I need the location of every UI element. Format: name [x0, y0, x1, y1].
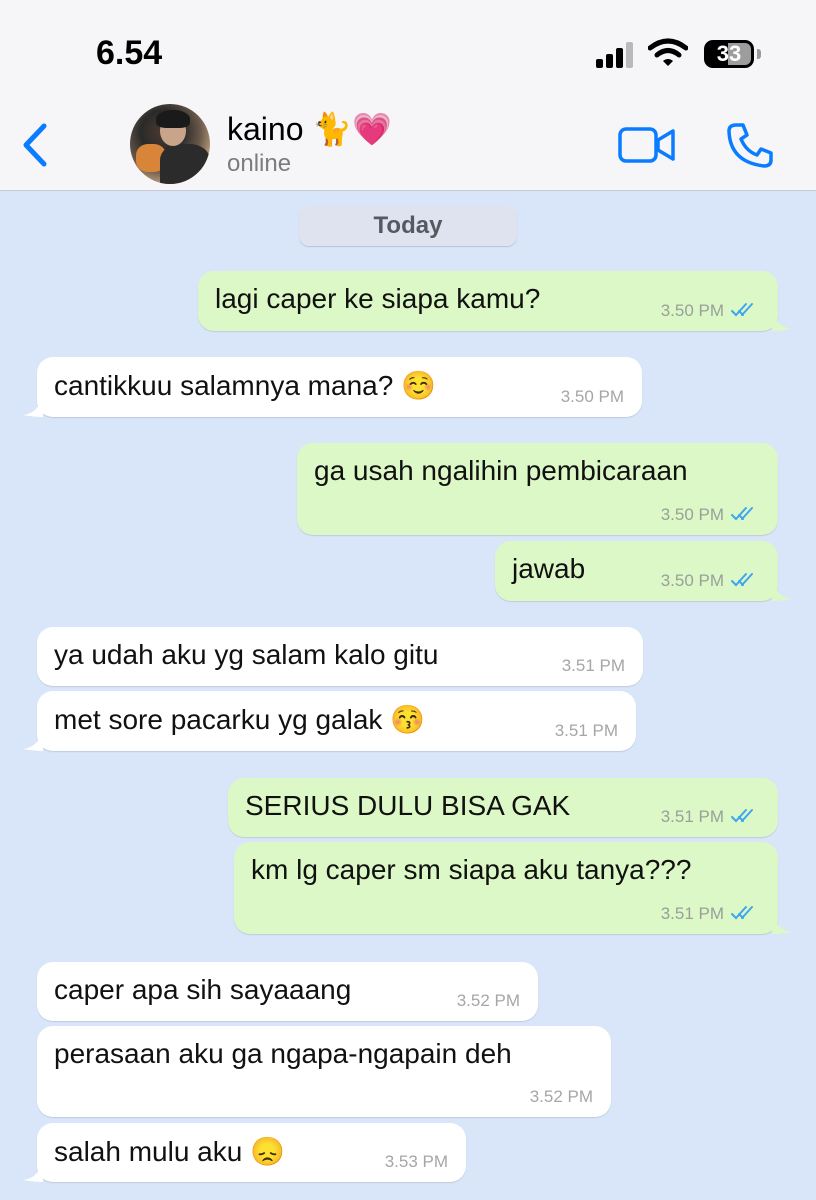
incoming-message[interactable]: cantikkuu salamnya mana? ☺️ 3.50 PM	[23, 357, 642, 417]
message-time: 3.51 PM	[554, 721, 618, 740]
message-text: km lg caper sm siapa aku tanya???	[251, 854, 692, 885]
outgoing-message[interactable]: lagi caper ke siapa kamu? 3.50 PM	[198, 271, 792, 331]
message-time: 3.53 PM	[384, 1152, 448, 1171]
message-meta: 3.51 PM	[661, 904, 760, 924]
message-time: 3.50 PM	[660, 505, 724, 524]
read-receipt-icon	[731, 906, 753, 920]
message-meta: 3.52 PM	[457, 991, 520, 1011]
outgoing-message[interactable]: ga usah ngalihin pembicaraan 3.50 PM	[297, 443, 778, 535]
bubble-tail	[772, 579, 792, 601]
message-text: jawab	[512, 553, 586, 584]
read-receipt-icon	[731, 303, 753, 317]
message-time: 3.50 PM	[660, 571, 724, 590]
message-text: ya udah aku yg salam kalo gitu	[54, 639, 439, 670]
contact-name[interactable]: kaino 🐈💗	[227, 110, 392, 148]
wifi-icon	[648, 38, 688, 66]
message-time: 3.50 PM	[560, 387, 624, 406]
bubble-tail	[23, 1160, 43, 1182]
message-meta: 3.51 PM	[555, 721, 618, 741]
outgoing-message[interactable]: km lg caper sm siapa aku tanya??? 3.51 PM	[234, 842, 792, 934]
message-text: perasaan aku ga ngapa-ngapain deh	[54, 1038, 512, 1069]
bubble-tail	[772, 912, 792, 934]
incoming-message[interactable]: ya udah aku yg salam kalo gitu 3.51 PM	[37, 627, 643, 686]
back-chevron-icon[interactable]	[18, 120, 58, 170]
message-text: met sore pacarku yg galak 😚	[54, 704, 426, 735]
message-text: lagi caper ke siapa kamu?	[215, 283, 541, 314]
incoming-message[interactable]: caper apa sih sayaaang 3.52 PM	[37, 962, 538, 1021]
bubble-tail	[772, 309, 792, 331]
outgoing-message[interactable]: jawab 3.50 PM	[495, 541, 792, 601]
message-meta: 3.50 PM	[661, 301, 760, 321]
contact-avatar[interactable]	[130, 104, 210, 184]
phone-call-icon[interactable]	[726, 122, 774, 168]
read-receipt-icon	[731, 809, 753, 823]
battery-level: 33	[716, 41, 742, 66]
message-time: 3.51 PM	[660, 904, 724, 923]
message-meta: 3.52 PM	[530, 1087, 593, 1107]
video-call-icon[interactable]	[618, 126, 676, 164]
date-divider: Today	[299, 206, 517, 246]
message-time: 3.51 PM	[561, 656, 625, 675]
status-time: 6.54	[96, 34, 163, 72]
message-time: 3.52 PM	[529, 1087, 593, 1106]
incoming-message[interactable]: met sore pacarku yg galak 😚 3.51 PM	[23, 691, 636, 751]
message-text: cantikkuu salamnya mana? ☺️	[54, 370, 436, 401]
bubble-tail	[23, 395, 43, 417]
incoming-message[interactable]: perasaan aku ga ngapa-ngapain deh 3.52 PM	[37, 1026, 611, 1117]
message-meta: 3.51 PM	[661, 807, 760, 827]
outgoing-message[interactable]: SERIUS DULU BISA GAK 3.51 PM	[228, 778, 778, 837]
message-text: caper apa sih sayaaang	[54, 974, 352, 1005]
contact-status: online	[227, 150, 292, 177]
incoming-message[interactable]: salah mulu aku 😞 3.53 PM	[23, 1123, 466, 1182]
chat-header: kaino 🐈💗 online	[0, 100, 816, 191]
message-text: salah mulu aku 😞	[54, 1136, 285, 1167]
message-time: 3.50 PM	[660, 301, 724, 320]
message-text: ga usah ngalihin pembicaraan	[314, 455, 688, 486]
message-meta: 3.51 PM	[562, 656, 625, 676]
read-receipt-icon	[731, 507, 753, 521]
bubble-tail	[23, 729, 43, 751]
status-bar: 6.54 33	[0, 0, 816, 100]
message-meta: 3.53 PM	[385, 1152, 448, 1172]
battery-icon: 33	[704, 40, 761, 68]
message-time: 3.52 PM	[456, 991, 520, 1010]
message-time: 3.51 PM	[660, 807, 724, 826]
message-meta: 3.50 PM	[561, 387, 624, 407]
signal-icon	[596, 42, 633, 68]
message-text: SERIUS DULU BISA GAK	[245, 790, 571, 821]
read-receipt-icon	[731, 573, 753, 587]
message-meta: 3.50 PM	[661, 505, 760, 525]
message-meta: 3.50 PM	[661, 571, 760, 591]
